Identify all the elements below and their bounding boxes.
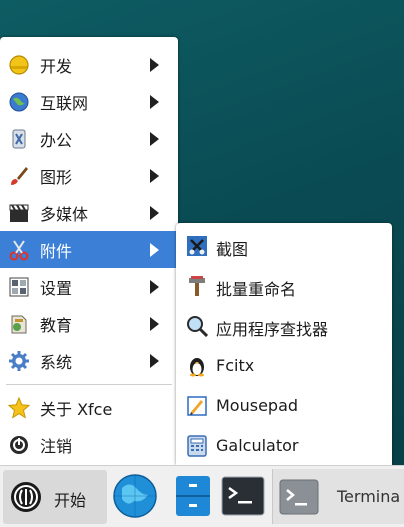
menu-item-label: 办公 xyxy=(40,130,73,150)
start-label: 开始 xyxy=(54,491,87,510)
chevron-right-icon xyxy=(150,243,159,257)
menu-item-logout[interactable]: 注销 xyxy=(0,426,178,463)
menu-item-development[interactable]: 开发 xyxy=(0,46,178,83)
clapperboard-icon xyxy=(9,203,29,222)
menu-item-label: 多媒体 xyxy=(40,204,89,224)
penguin-icon xyxy=(190,358,204,377)
taskbar-panel: 开始 Termina xyxy=(0,465,404,527)
submenu-item-screenshot[interactable]: 截图 xyxy=(176,226,392,266)
menu-item-label: 系统 xyxy=(40,352,73,372)
submenu-item-galculator[interactable]: Galculator xyxy=(176,426,392,466)
web-browser-launcher[interactable] xyxy=(112,473,158,519)
rename-icon xyxy=(189,276,205,296)
file-manager-launcher[interactable] xyxy=(170,473,216,519)
chevron-right-icon xyxy=(150,354,159,368)
submenu-item-label: Mousepad xyxy=(216,396,299,415)
menu-item-label: 教育 xyxy=(40,315,73,335)
menu-item-label: 开发 xyxy=(40,56,73,76)
calculator-icon xyxy=(187,435,207,457)
taskbar-window-title: Termina xyxy=(337,487,401,506)
settings-panel-icon xyxy=(9,277,29,296)
brush-icon xyxy=(11,166,28,185)
star-icon xyxy=(8,396,30,419)
menu-item-label: 图形 xyxy=(40,167,73,187)
submenu-item-label: 应用程序查找器 xyxy=(216,320,329,339)
accessories-submenu: 截图 批量重命名 应用程序查找器 Fcitx Mousepad Galculat… xyxy=(176,223,392,465)
menu-item-graphics[interactable]: 图形 xyxy=(0,157,178,194)
logout-icon xyxy=(10,435,28,454)
menu-item-multimedia[interactable]: 多媒体 xyxy=(0,194,178,231)
taskbar-window-terminal[interactable]: Termina xyxy=(272,469,404,524)
education-icon xyxy=(11,315,27,333)
chevron-right-icon xyxy=(150,58,159,72)
chevron-right-icon xyxy=(150,169,159,183)
menu-item-label: 注销 xyxy=(40,436,73,456)
submenu-item-app-finder[interactable]: 应用程序查找器 xyxy=(176,306,392,346)
chevron-right-icon xyxy=(150,317,159,331)
chevron-right-icon xyxy=(150,95,159,109)
applications-menu: 开发 互联网 办公 图形 多媒体 附件 设置 教育 系统 关于 Xfce 注销 xyxy=(0,37,178,465)
globe-icon xyxy=(9,92,29,111)
menu-item-education[interactable]: 教育 xyxy=(0,305,178,342)
menu-item-label: 设置 xyxy=(40,278,73,298)
submenu-item-mousepad[interactable]: Mousepad xyxy=(176,386,392,426)
text-editor-icon xyxy=(187,396,207,416)
scissors-icon xyxy=(9,239,29,260)
menu-separator xyxy=(6,384,172,385)
hardhat-icon xyxy=(9,54,29,75)
xfce-logo-icon xyxy=(11,482,41,512)
menu-item-office[interactable]: 办公 xyxy=(0,120,178,157)
submenu-item-bulk-rename[interactable]: 批量重命名 xyxy=(176,266,392,306)
menu-item-settings[interactable]: 设置 xyxy=(0,268,178,305)
submenu-item-fcitx[interactable]: Fcitx xyxy=(176,346,392,386)
submenu-item-label: Galculator xyxy=(216,436,299,455)
submenu-item-label: Fcitx xyxy=(216,356,255,375)
start-button[interactable]: 开始 xyxy=(3,470,107,524)
menu-item-internet[interactable]: 互联网 xyxy=(0,83,178,120)
submenu-item-label: 截图 xyxy=(216,240,249,259)
submenu-item-label: 批量重命名 xyxy=(216,280,297,299)
chevron-right-icon xyxy=(150,206,159,220)
screenshot-icon xyxy=(187,236,207,256)
terminal-launcher[interactable] xyxy=(220,473,266,519)
menu-item-label: 互联网 xyxy=(40,93,89,113)
menu-item-label: 关于 Xfce xyxy=(40,399,113,419)
menu-item-label: 附件 xyxy=(40,241,73,261)
terminal-icon xyxy=(279,479,319,515)
magnifier-icon xyxy=(187,316,208,337)
office-icon xyxy=(12,129,26,148)
menu-item-accessories[interactable]: 附件 xyxy=(0,231,178,268)
chevron-right-icon xyxy=(150,132,159,146)
menu-item-about-xfce[interactable]: 关于 Xfce xyxy=(0,389,178,426)
menu-item-system[interactable]: 系统 xyxy=(0,342,178,379)
chevron-right-icon xyxy=(150,280,159,294)
gear-icon xyxy=(9,350,29,371)
